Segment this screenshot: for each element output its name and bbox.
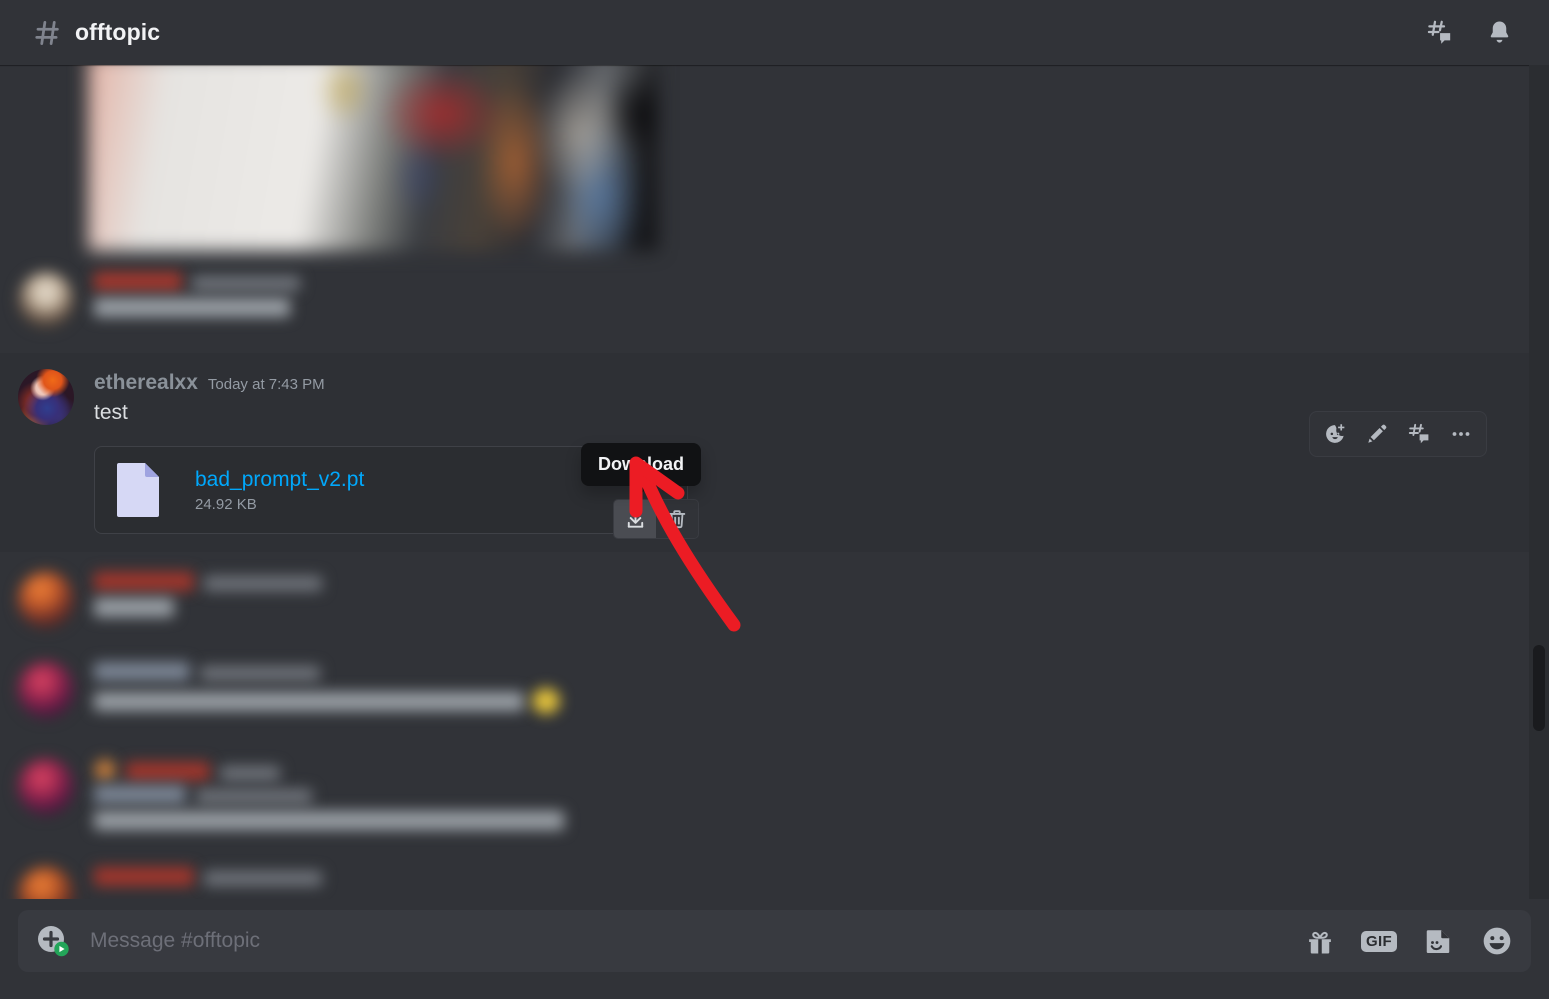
- message-composer[interactable]: GIF: [18, 910, 1531, 972]
- message-username: [94, 572, 194, 591]
- composer-area: GIF: [0, 900, 1549, 999]
- message-emoji: [532, 688, 561, 714]
- hash-icon: [33, 18, 63, 48]
- avatar[interactable]: [18, 272, 74, 328]
- bell-icon[interactable]: [1485, 19, 1513, 47]
- attachment-actions: [613, 499, 699, 539]
- message-username: [94, 272, 182, 291]
- scrollbar-thumb[interactable]: [1533, 645, 1545, 731]
- file-name-link[interactable]: bad_prompt_v2.pt: [195, 467, 364, 492]
- add-reaction-icon[interactable]: [1316, 417, 1354, 451]
- more-icon[interactable]: [1442, 417, 1480, 451]
- download-button[interactable]: [614, 500, 656, 538]
- edit-icon[interactable]: [1358, 417, 1396, 451]
- channel-name: offtopic: [75, 19, 161, 45]
- reply-avatar: [94, 759, 116, 781]
- avatar[interactable]: [18, 759, 74, 815]
- message-username: [94, 867, 194, 886]
- delete-attachment-button[interactable]: [656, 500, 698, 538]
- message-row-censored[interactable]: [0, 757, 1529, 832]
- message-list[interactable]: etherealxx Today at 7:43 PM test bad_pro…: [0, 65, 1549, 899]
- composer-actions: GIF: [1304, 925, 1513, 957]
- message-hover-toolbar: [1309, 411, 1487, 457]
- message-timestamp: [204, 576, 322, 591]
- message-username: [94, 785, 186, 804]
- message-username: [94, 662, 190, 681]
- channel-header: offtopic: [0, 0, 1549, 65]
- header-actions: [1425, 19, 1531, 47]
- message-timestamp: [200, 666, 320, 681]
- message-content: [94, 811, 564, 830]
- message-row-focused[interactable]: etherealxx Today at 7:43 PM test bad_pro…: [0, 353, 1529, 553]
- thread-icon[interactable]: [1400, 417, 1438, 451]
- gif-icon[interactable]: GIF: [1361, 925, 1397, 957]
- message-row-censored[interactable]: [0, 570, 1529, 630]
- message-content: [94, 691, 524, 711]
- reply-preview: [220, 766, 280, 781]
- gift-icon[interactable]: [1304, 925, 1336, 957]
- message-row-censored[interactable]: [0, 270, 1529, 330]
- discord-app-window: offtopic etherealxx Today at 7:43 PM tes…: [0, 0, 1549, 999]
- message-row-censored[interactable]: [0, 865, 1529, 899]
- avatar[interactable]: [18, 572, 74, 628]
- message-timestamp: Today at 7:43 PM: [207, 376, 325, 393]
- message-timestamp: [204, 871, 322, 886]
- avatar[interactable]: [18, 867, 74, 899]
- messages-scrollbar[interactable]: [1529, 65, 1549, 899]
- threads-icon[interactable]: [1425, 19, 1453, 47]
- file-size-label: 24.92 KB: [195, 496, 257, 514]
- message-timestamp: [196, 789, 312, 804]
- file-icon: [117, 463, 159, 518]
- message-content: [94, 298, 290, 317]
- message-timestamp: [192, 276, 300, 291]
- avatar[interactable]: [18, 369, 74, 425]
- message-row-censored[interactable]: [0, 660, 1529, 720]
- image-attachment[interactable]: [88, 65, 658, 251]
- avatar[interactable]: [18, 662, 74, 718]
- reply-username: [126, 762, 210, 781]
- plus-circle-icon[interactable]: [36, 924, 70, 958]
- emoji-icon[interactable]: [1481, 925, 1513, 957]
- message-username[interactable]: etherealxx: [94, 369, 198, 396]
- gif-label: GIF: [1361, 930, 1397, 952]
- download-tooltip: Download: [581, 443, 701, 486]
- sticker-icon[interactable]: [1422, 925, 1454, 957]
- message-content: [94, 598, 174, 617]
- message-input[interactable]: [90, 929, 1288, 953]
